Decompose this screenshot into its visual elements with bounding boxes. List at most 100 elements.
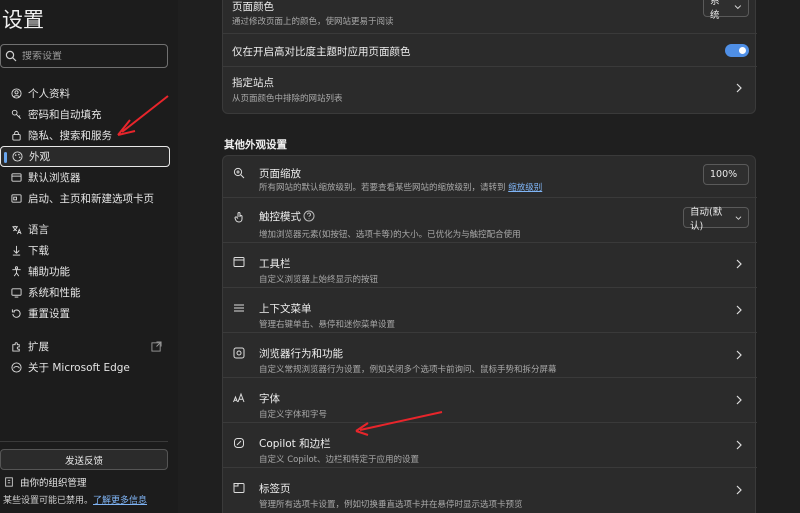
zoom-select[interactable]: 100% [703,164,749,185]
extension-icon [11,342,20,352]
sidebar-item-label: 外观 [29,151,50,163]
building-icon [5,477,13,487]
sidebar-item-reset[interactable]: 重置设置 [0,303,170,324]
system-icon [10,288,22,298]
excluded-sites-row[interactable]: 指定站点 从页面颜色中排除的网站列表 [223,67,757,113]
org-note: 某些设置可能已禁用。了解更多信息 [3,493,147,506]
tab-icon [233,483,245,493]
tabs-row[interactable]: 标签页 管理所有选项卡设置，例如切换垂直选项卡并在悬停时显示选项卡预览 [223,468,757,512]
zoom-desc: 所有网站的默认缩放级别。若要查看某些网站的缩放级别，请转到 缩放级别 [259,181,542,193]
sidebar-item-label: 密码和自动填充 [28,109,102,121]
font-desc: 自定义字体和字号 [259,410,328,420]
tabs-desc: 管理所有选项卡设置，例如切换垂直选项卡并在悬停时显示选项卡预览 [259,500,523,510]
tabs-title: 标签页 [259,483,291,495]
language-icon [11,225,22,235]
sidebar: 设置 个人资料 密码和自动填充 隐私、搜索和服务 外观 默认浏览器 启动、主页和… [0,0,178,513]
edge-icon [10,362,22,373]
search-icon [5,50,17,62]
learn-more-link[interactable]: 了解更多信息 [93,496,147,506]
chevron-right-icon [735,440,743,450]
lock-icon [11,130,21,141]
browser-behavior-desc: 自定义常规浏览器行为设置，例如关闭多个选项卡前询问、鼠标手势和拆分屏幕 [259,365,557,375]
home-icon [10,194,22,203]
copilot-sidebar-desc: 自定义 Copilot、边栏和特定于应用的设置 [259,455,419,465]
external-link-icon [151,341,162,352]
toolbar-title: 工具栏 [259,258,291,270]
excluded-sites-title: 指定站点 [232,77,274,89]
sidebar-item-appearance[interactable]: 外观 [0,146,170,167]
page-color-desc: 通过修改页面上的颜色，使网站更易于阅读 [232,17,394,27]
chevron-right-icon [735,395,743,405]
download-icon [12,245,20,256]
sidebar-item-label: 下载 [28,245,49,257]
zoom-value: 100% [710,169,738,180]
sidebar-item-extensions[interactable]: 扩展 [0,336,170,357]
sidebar-item-label: 关于 Microsoft Edge [28,362,130,374]
profile-icon [10,88,22,99]
sidebar-item-label: 重置设置 [28,308,70,320]
zoom-desc-text: 所有网站的默认缩放级别。若要查看某些网站的缩放级别，请转到 [259,183,506,193]
org-managed: 由你的组织管理 [4,475,87,489]
sidebar-item-label: 个人资料 [28,88,70,100]
chevron-right-icon [735,350,743,360]
context-menu-desc: 管理右键单击、悬停和迷你菜单设置 [259,320,396,330]
contrast-toggle[interactable] [725,44,749,57]
sidebar-item-languages[interactable]: 语言 [0,219,170,240]
sidebar-item-about[interactable]: 关于 Microsoft Edge [0,357,170,378]
touch-desc: 增加浏览器元素(如按钮、选项卡等)的大小。已优化为与触控配合使用 [259,230,521,240]
context-menu-title: 上下文菜单 [259,303,312,315]
zoom-level-link[interactable]: 缩放级别 [508,183,542,193]
browser-icon [10,173,22,182]
toolbar-icon [233,257,245,267]
contrast-title: 仅在开启高对比度主题时应用页面颜色 [232,46,411,58]
page-color-card: 页面颜色 通过修改页面上的颜色，使网站更易于阅读 系统 仅在开启高对比度主题时应… [222,0,757,114]
page-color-row: 页面颜色 通过修改页面上的颜色，使网站更易于阅读 系统 [223,0,757,33]
page-color-title: 页面颜色 [232,1,274,13]
help-icon[interactable] [303,210,315,222]
sidebar-item-accessibility[interactable]: 辅助功能 [0,261,170,282]
touch-icon [234,212,243,223]
reset-icon [11,309,21,318]
touch-value: 自动(默认) [690,206,723,232]
toolbar-row[interactable]: 工具栏 自定义浏览器上始终显示的按钮 [223,243,757,287]
main-content: 页面颜色 通过修改页面上的颜色，使网站更易于阅读 系统 仅在开启高对比度主题时应… [178,0,800,513]
sidebar-item-downloads[interactable]: 下载 [0,240,170,261]
browser-behavior-row[interactable]: 浏览器行为和功能 自定义常规浏览器行为设置，例如关闭多个选项卡前询问、鼠标手势和… [223,333,757,377]
chevron-right-icon [735,305,743,315]
sidebar-item-system[interactable]: 系统和性能 [0,282,170,303]
sidebar-item-label: 辅助功能 [28,266,70,278]
sidebar-item-profile[interactable]: 个人资料 [0,83,170,104]
send-feedback-button[interactable]: 发送反馈 [0,449,168,470]
chevron-down-icon [734,4,742,9]
context-menu-row[interactable]: 上下文菜单 管理右键单击、悬停和迷你菜单设置 [223,288,757,332]
search-box[interactable] [0,44,168,68]
org-note-text: 某些设置可能已禁用。 [3,496,94,506]
search-input[interactable] [22,50,162,62]
contrast-row: 仅在开启高对比度主题时应用页面颜色 [223,34,757,66]
sidebar-item-label: 系统和性能 [28,287,81,299]
sidebar-item-label: 语言 [28,224,49,236]
page-color-select[interactable]: 系统 [703,0,749,21]
copilot-sidebar-row[interactable]: Copilot 和边栏 自定义 Copilot、边栏和特定于应用的设置 [223,423,757,467]
sidebar-item-privacy[interactable]: 隐私、搜索和服务 [0,125,170,146]
browser-behavior-title: 浏览器行为和功能 [259,348,343,360]
palette-icon [11,151,23,162]
copilot-icon [234,438,244,448]
excluded-sites-desc: 从页面颜色中排除的网站列表 [232,94,343,104]
sidebar-item-default-browser[interactable]: 默认浏览器 [0,167,170,188]
chevron-right-icon [735,83,743,93]
sidebar-item-startup[interactable]: 启动、主页和新建选项卡页 [0,188,170,209]
font-title: 字体 [259,393,280,405]
browser-behavior-icon [233,347,245,359]
section-title: 其他外观设置 [224,139,287,151]
font-row[interactable]: 字体 自定义字体和字号 [223,378,757,422]
menu-icon [234,304,244,312]
sidebar-item-label: 启动、主页和新建选项卡页 [28,193,154,205]
org-managed-label: 由你的组织管理 [20,478,87,489]
sidebar-item-passwords[interactable]: 密码和自动填充 [0,104,170,125]
touch-select[interactable]: 自动(默认) [683,207,749,232]
sidebar-item-label: 隐私、搜索和服务 [28,130,112,142]
zoom-icon [233,167,245,179]
chevron-down-icon [735,215,742,220]
font-icon [233,392,245,403]
